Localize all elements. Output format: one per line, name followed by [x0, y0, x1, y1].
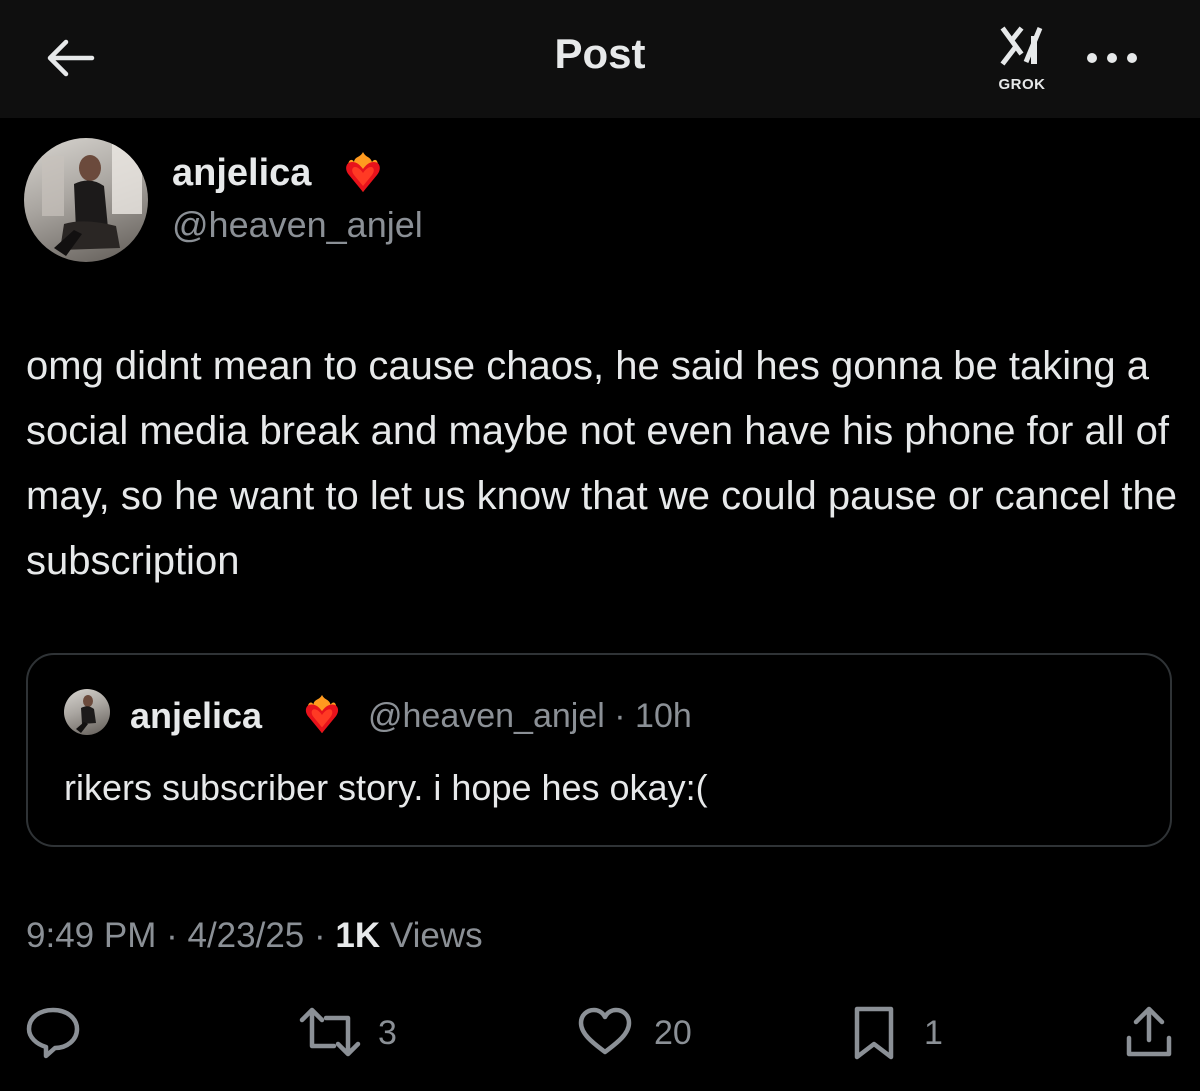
repost-button[interactable]: 3 — [298, 1004, 418, 1064]
author-avatar[interactable] — [24, 138, 148, 262]
bookmark-button[interactable]: 1 — [852, 1004, 962, 1064]
quoted-author-avatar — [64, 689, 110, 735]
separator-dot: · — [166, 916, 178, 955]
reply-button[interactable] — [24, 1004, 84, 1064]
top-bar: Post GROK — [0, 0, 1200, 118]
share-icon — [1126, 1006, 1172, 1057]
grok-icon — [1000, 26, 1043, 66]
bookmark-icon — [854, 1006, 894, 1060]
post-meta: 9:49 PM · 4/23/25 · 1K Views — [26, 916, 483, 956]
like-count: 20 — [654, 1014, 692, 1052]
post-time: 9:49 PM — [26, 916, 157, 955]
repost-count: 3 — [378, 1014, 397, 1052]
repost-icon — [299, 1007, 361, 1057]
reply-icon — [26, 1007, 80, 1059]
post-text: omg didnt mean to cause chaos, he said h… — [26, 344, 1178, 583]
separator-dot: · — [614, 697, 626, 735]
like-button[interactable]: 20 — [576, 1004, 716, 1064]
heart-icon — [578, 1007, 632, 1055]
author-handle[interactable]: @heaven_anjel — [172, 204, 423, 246]
quoted-post-age: 10h — [635, 697, 692, 735]
grok-button[interactable]: GROK — [990, 22, 1054, 94]
views-count[interactable]: 1K — [335, 916, 380, 955]
quoted-author-name: anjelica — [130, 695, 263, 736]
quoted-post-card[interactable]: anjelica @heaven_anjel · 10h rikers subs… — [26, 653, 1172, 847]
author-display-name[interactable]: anjelica — [172, 152, 311, 195]
heart-on-fire-emoji — [300, 693, 344, 742]
share-button[interactable] — [1124, 1004, 1176, 1064]
heart-on-fire-emoji — [340, 150, 386, 201]
post-date: 4/23/25 — [187, 916, 305, 955]
quoted-post-text: rikers subscriber story. i hope hes okay… — [64, 767, 708, 808]
separator-dot: · — [314, 916, 326, 955]
grok-label: GROK — [998, 76, 1046, 93]
bookmark-count: 1 — [924, 1014, 943, 1052]
more-options-icon[interactable] — [1084, 48, 1140, 68]
quoted-post-meta: @heaven_anjel · 10h — [368, 697, 692, 736]
quoted-author-handle: @heaven_anjel — [368, 697, 605, 735]
views-label: Views — [389, 916, 483, 955]
